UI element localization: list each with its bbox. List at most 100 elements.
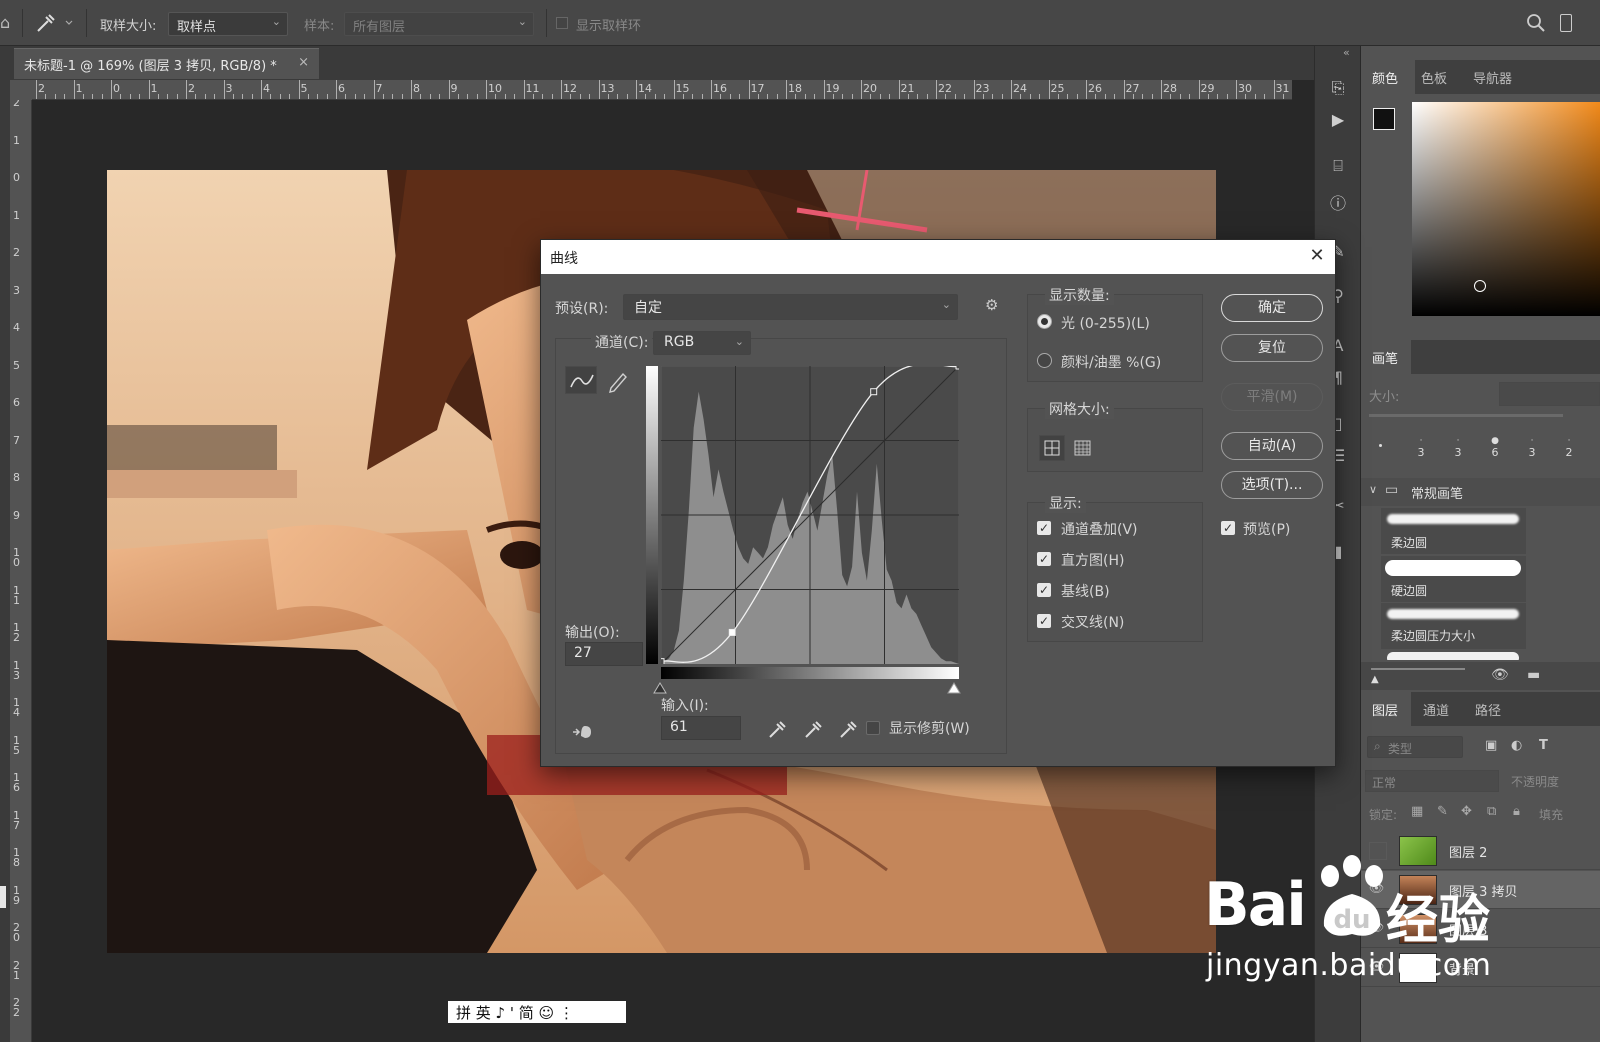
history-icon[interactable]: ⎘ (1327, 78, 1349, 100)
filter-type-icon[interactable]: T (1539, 738, 1548, 753)
home-icon[interactable]: ⌂ (0, 13, 12, 33)
ruler-top-label: 3 (225, 82, 233, 95)
intersection-line-checkbox[interactable]: ✓ (1037, 614, 1051, 628)
curve-control-point[interactable] (728, 628, 736, 636)
opacity-label: 不透明度 (1511, 775, 1560, 789)
channel-overlays-checkbox[interactable]: ✓ (1037, 521, 1051, 535)
light-radio[interactable] (1037, 314, 1052, 329)
info-icon[interactable]: ⓘ (1327, 190, 1349, 213)
3d-icon[interactable]: ⌸ (1327, 156, 1349, 178)
ok-button[interactable]: 确定 (1221, 294, 1323, 322)
tab-swatches[interactable]: 色板 (1421, 68, 1447, 87)
show-ring-checkbox[interactable] (556, 17, 568, 29)
brush-size-slider[interactable] (1369, 414, 1563, 417)
ruler-tick (945, 94, 947, 99)
brush-size-input[interactable] (1499, 382, 1600, 406)
reset-button[interactable]: 复位 (1221, 334, 1323, 362)
sample-select[interactable]: 所有图层 ⌄ (344, 12, 534, 36)
ruler-tick (129, 94, 131, 99)
on-image-adjust-hand-icon[interactable] (569, 720, 595, 746)
chevron-down-icon[interactable]: ∨ (1369, 483, 1377, 496)
white-point-slider[interactable] (947, 682, 961, 698)
options-button[interactable]: 选项(T)... (1221, 471, 1323, 499)
ruler-tick (1048, 80, 1050, 99)
dialog-titlebar[interactable] (541, 240, 1335, 274)
sample-size-select[interactable]: 取样点 ⌄ (168, 12, 288, 36)
lock-artboard-icon[interactable]: ⧉ (1487, 804, 1496, 819)
detailed-grid-button[interactable] (1071, 436, 1095, 460)
ruler-tick (101, 94, 103, 99)
blend-mode-select[interactable]: 正常 (1365, 770, 1499, 792)
brush-preview-slider[interactable] (1371, 668, 1465, 670)
tab-color[interactable]: 颜色 (1372, 68, 1398, 87)
curve-control-point[interactable] (870, 388, 878, 396)
curve-graph[interactable] (661, 366, 959, 664)
preview-checkbox[interactable]: ✓ (1221, 521, 1235, 535)
foreground-swatch[interactable] (0, 886, 6, 908)
brush-size-5[interactable]: · 2 (1561, 436, 1577, 459)
filter-image-icon[interactable]: ▣ (1485, 738, 1497, 753)
play-actions-icon[interactable]: ▶ (1327, 110, 1349, 132)
brush-dot[interactable] (1379, 444, 1382, 447)
brush-size-4[interactable]: · 3 (1524, 436, 1540, 459)
eyedropper-tool-icon[interactable] (34, 11, 74, 35)
lock-all-icon[interactable]: 🔒︎ (1513, 804, 1520, 819)
color-picker-field[interactable] (1412, 102, 1600, 316)
histogram-checkbox[interactable]: ✓ (1037, 552, 1051, 566)
ruler-tick (92, 94, 94, 99)
collapse-icon[interactable]: « (1343, 46, 1350, 59)
document-tab[interactable]: 未标题-1 @ 169% (图层 3 拷贝, RGB/8) * × (14, 48, 319, 79)
lock-position-icon[interactable]: ✥ (1461, 804, 1472, 819)
brush-item-hard-round[interactable]: 硬边圆 (1381, 556, 1526, 602)
close-button[interactable]: ✕ (1305, 245, 1329, 269)
simple-grid-button[interactable] (1039, 435, 1065, 461)
brush-item-soft-round[interactable]: 柔边圆 (1381, 508, 1526, 554)
ruler-top-label: 8 (413, 82, 420, 95)
new-folder-icon[interactable]: ▬ (1527, 667, 1540, 683)
brush-item-soft-round-pressure[interactable]: 柔边圆压力大小 (1381, 603, 1526, 649)
curve-control-point[interactable] (955, 366, 959, 370)
brush-size-3[interactable]: ● 6 (1487, 436, 1503, 459)
smooth-button[interactable]: 平滑(M) (1221, 383, 1323, 411)
black-eyedropper-icon[interactable] (767, 718, 789, 744)
ruler-tick (111, 80, 112, 99)
brush-size-2[interactable]: · 3 (1450, 436, 1466, 459)
layer-filter-select[interactable]: ⌕ 类型 (1367, 736, 1463, 758)
preset-select[interactable]: 自定 ⌄ (623, 294, 958, 320)
foreground-color-swatch[interactable] (1373, 108, 1395, 130)
tab-layers[interactable]: 图层 (1372, 700, 1398, 719)
white-eyedropper-icon[interactable] (838, 718, 860, 744)
show-clipping-checkbox[interactable] (866, 721, 880, 735)
show-ring-label: 显示取样环 (576, 19, 642, 34)
auto-button[interactable]: 自动(A) (1221, 432, 1323, 460)
workspace-icon[interactable] (1560, 14, 1572, 32)
tab-brush[interactable]: 画笔 (1372, 348, 1398, 367)
ime-toolbar[interactable]: 拼 英 ♪ ' 简 ☺ ⋮ (448, 1001, 626, 1023)
gray-eyedropper-icon[interactable] (803, 718, 825, 744)
eye-toggle-icon[interactable]: 👁︎ (1491, 667, 1509, 683)
pigment-radio[interactable] (1037, 353, 1052, 368)
brush-size-1[interactable]: · 3 (1413, 436, 1429, 459)
color-picker-cursor[interactable] (1474, 280, 1486, 292)
brush-folder-row[interactable]: ∨ ▭ 常规画笔 (1361, 478, 1600, 506)
slider-handle-icon[interactable]: ▲ (1371, 674, 1379, 685)
curve-control-point[interactable] (661, 658, 665, 664)
tab-paths[interactable]: 路径 (1475, 700, 1501, 719)
ruler-tick (298, 80, 300, 99)
output-field[interactable]: 27 (565, 642, 643, 666)
channel-select[interactable]: RGB ⌄ (653, 331, 751, 355)
lock-transparency-icon[interactable]: ▦ (1411, 804, 1423, 819)
pencil-tool[interactable] (605, 368, 631, 394)
search-icon[interactable] (1526, 13, 1546, 33)
curve-points-tool[interactable] (565, 366, 597, 394)
close-icon[interactable]: × (298, 55, 309, 70)
ruler-left-label: 4 (13, 321, 20, 334)
tab-navigator[interactable]: 导航器 (1473, 68, 1512, 87)
tab-channels[interactable]: 通道 (1423, 700, 1449, 719)
input-field[interactable]: 61 (661, 716, 741, 740)
brush-stroke-preview (1385, 560, 1521, 576)
filter-adjustment-icon[interactable]: ◐ (1511, 738, 1522, 753)
baseline-checkbox[interactable]: ✓ (1037, 583, 1051, 597)
preset-options-gear-icon[interactable]: ⚙ (985, 296, 998, 314)
lock-pixels-icon[interactable]: ✎ (1437, 804, 1448, 819)
